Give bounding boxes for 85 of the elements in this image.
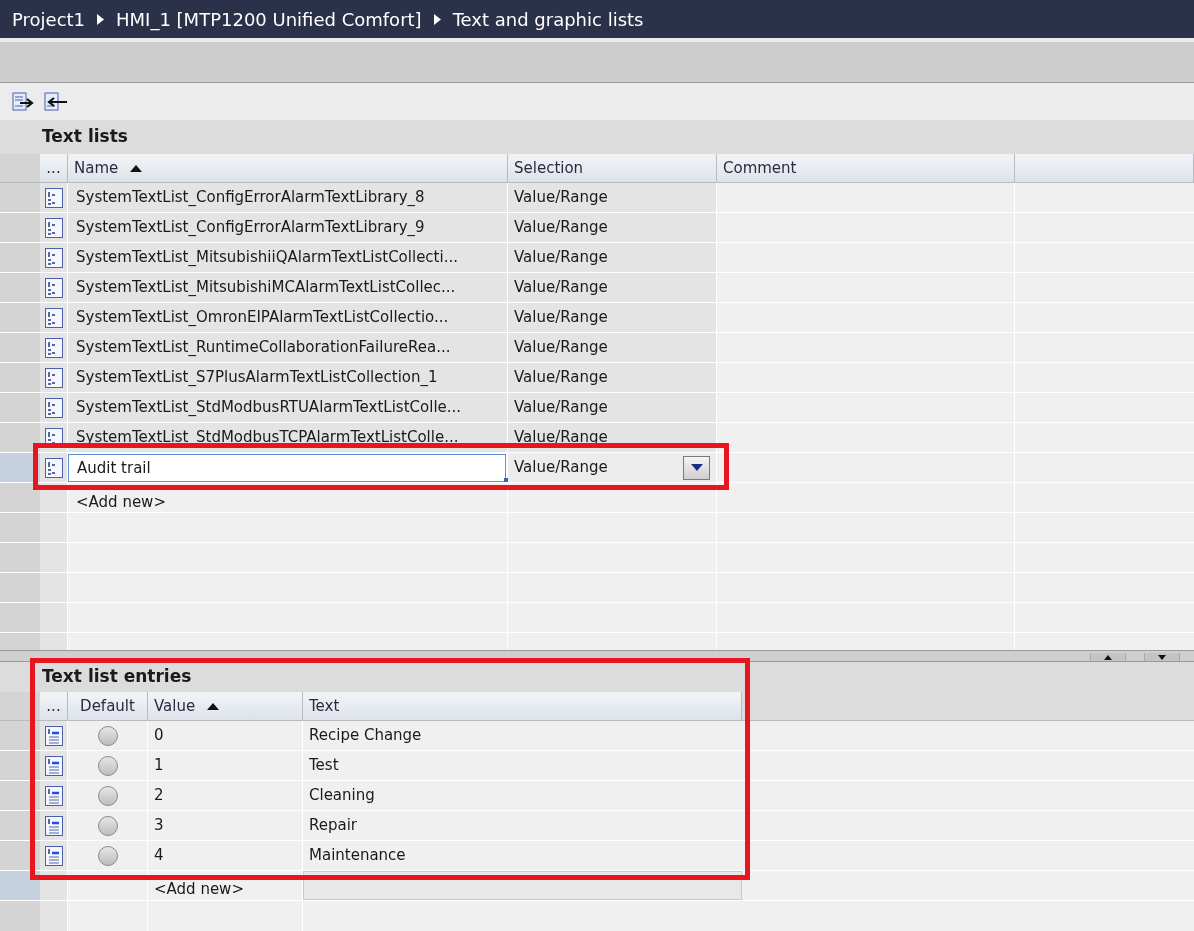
table-cell: SystemTextList_RuntimeCollaborationFailureRea... [68,333,508,362]
column-header[interactable]: Name [68,154,508,183]
default-radio[interactable] [97,725,118,746]
add-new-row[interactable]: <Add new> [76,493,166,511]
row-header[interactable] [0,423,40,452]
default-radio[interactable] [97,755,118,776]
triangle-down-icon [1158,654,1166,660]
row-header [0,483,40,512]
numbered-list-icon [44,217,63,238]
numbered-list-icon [44,755,63,776]
table-cell-text: Recipe Change [308,725,423,747]
column-header[interactable]: Comment [717,154,1015,183]
column-header[interactable]: Selection [508,154,717,183]
numbered-list-icon [44,277,63,298]
numbered-list-icon [44,457,63,478]
document-arrow-right-icon [12,91,36,112]
numbered-list-icon [44,845,63,866]
table-cell: SystemTextList_StdModbusRTUAlarmTextListColle... [68,393,508,422]
table-cell-text: Value/Range [514,427,608,449]
table-cell-text: Cleaning [308,785,376,807]
sort-ascending-icon [207,702,220,710]
table-cell-text: Value/Range [514,217,608,239]
add-new-row[interactable]: <Add new> [154,880,244,898]
column-header[interactable]: Text [303,692,742,721]
table-cell: 2 [148,781,303,810]
table-cell-text: Value/Range [514,457,608,479]
column-header[interactable]: Default [68,692,148,721]
import-button[interactable] [44,89,68,114]
numbered-list-icon [44,307,63,328]
table-cell-text: Value/Range [514,247,608,269]
row-header [0,543,40,572]
table-cell: SystemTextList_OmronEIPAlarmTextListCollectio... [68,303,508,332]
sort-ascending-icon [130,164,143,172]
default-radio[interactable] [97,845,118,866]
numbered-list-icon [44,337,63,358]
numbered-list-icon [44,367,63,388]
column-header[interactable]: ... [40,154,68,183]
column-header[interactable]: Value [148,692,303,721]
numbered-list-icon [44,725,63,746]
chevron-right-icon [97,13,105,25]
row-header [0,901,40,931]
table-cell-text: Maintenance [308,845,407,867]
row-header [0,871,40,900]
table-cell: 4 [148,841,303,870]
table-cell-text: Value/Range [514,277,608,299]
default-radio[interactable] [97,785,118,806]
table-cell-text: Value/Range [514,307,608,329]
table-cell: SystemTextList_ConfigErrorAlarmTextLibrary_8 [68,183,508,212]
breadcrumb-item[interactable]: HMI_1 [MTP1200 Unified Comfort] [116,5,422,33]
numbered-list-icon [44,815,63,836]
scroll-up-button[interactable] [1090,653,1126,661]
section-title: Text list entries [42,665,192,689]
table-cell-text: Value/Range [514,187,608,209]
table-cell: SystemTextList_MitsubishiiQAlarmTextListCollecti... [68,243,508,272]
row-header[interactable] [0,453,40,482]
table-cell-text: Value/Range [514,367,608,389]
table-cell: SystemTextList_S7PlusAlarmTextListCollection_1 [68,363,508,392]
numbered-list-icon [44,785,63,806]
caret-down-icon [690,464,703,471]
chevron-right-icon [433,13,441,25]
table-cell: 0 [148,721,303,750]
document-arrow-left-icon [44,91,68,112]
breadcrumb-item[interactable]: Project1 [12,5,86,33]
table-cell: 3 [148,811,303,840]
numbered-list-icon [44,187,63,208]
table-cell: SystemTextList_ConfigErrorAlarmTextLibrary_9 [68,213,508,242]
breadcrumb-item[interactable]: Text and graphic lists [452,5,644,33]
table-cell-text: Value/Range [514,397,608,419]
dropdown-button[interactable] [683,455,710,480]
triangle-up-icon [1104,654,1112,660]
table-cell-text: Repair [308,815,359,837]
section-title: Text lists [42,125,128,149]
row-header [0,573,40,602]
default-radio[interactable] [97,815,118,836]
table-cell: SystemTextList_MitsubishiMCAlarmTextListCollec... [68,273,508,302]
numbered-list-icon [44,397,63,418]
row-header [0,513,40,542]
scroll-down-button[interactable] [1144,653,1180,661]
column-header[interactable]: ... [40,692,68,721]
table-cell-text: Value/Range [514,337,608,359]
table-cell: 1 [148,751,303,780]
numbered-list-icon [44,247,63,268]
export-button[interactable] [12,89,36,114]
table-cell-text: Test [308,755,340,777]
name-input-field[interactable]: Audit trail [68,453,506,482]
